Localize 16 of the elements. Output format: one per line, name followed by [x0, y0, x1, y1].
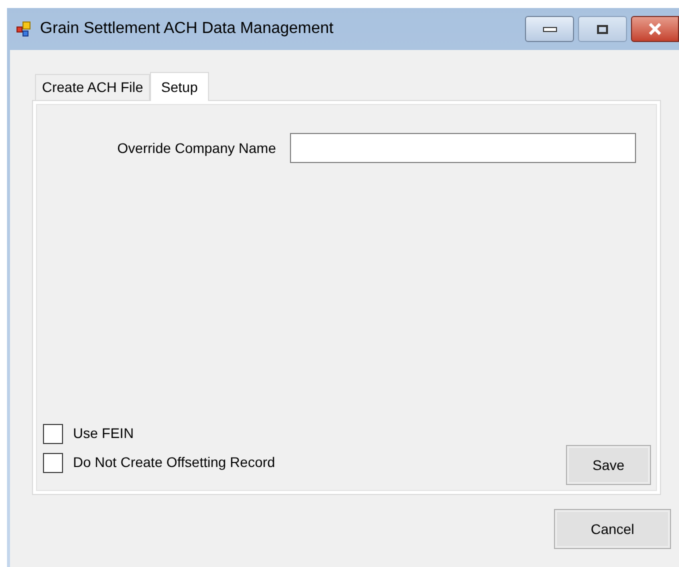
tab[interactable]: Create ACH File [35, 74, 150, 100]
field-label: Override Company Name [116, 138, 277, 158]
checkbox-label: Use FEIN [73, 424, 134, 443]
app-icon [16, 21, 32, 37]
close-button[interactable] [631, 16, 679, 42]
cancel-button[interactable]: Cancel [554, 509, 671, 549]
company-name-field[interactable] [290, 133, 636, 163]
close-icon [648, 23, 662, 35]
minimize-button[interactable] [525, 16, 574, 42]
save-button[interactable]: Save [566, 445, 651, 485]
tab[interactable]: Setup [150, 72, 209, 101]
checkbox-label: Do Not Create Offsetting Record [73, 453, 276, 472]
checkbox[interactable] [43, 424, 63, 444]
restore-button[interactable] [578, 16, 627, 42]
checkbox[interactable] [43, 452, 63, 472]
window-title: Grain Settlement ACH Data Management [40, 19, 334, 39]
